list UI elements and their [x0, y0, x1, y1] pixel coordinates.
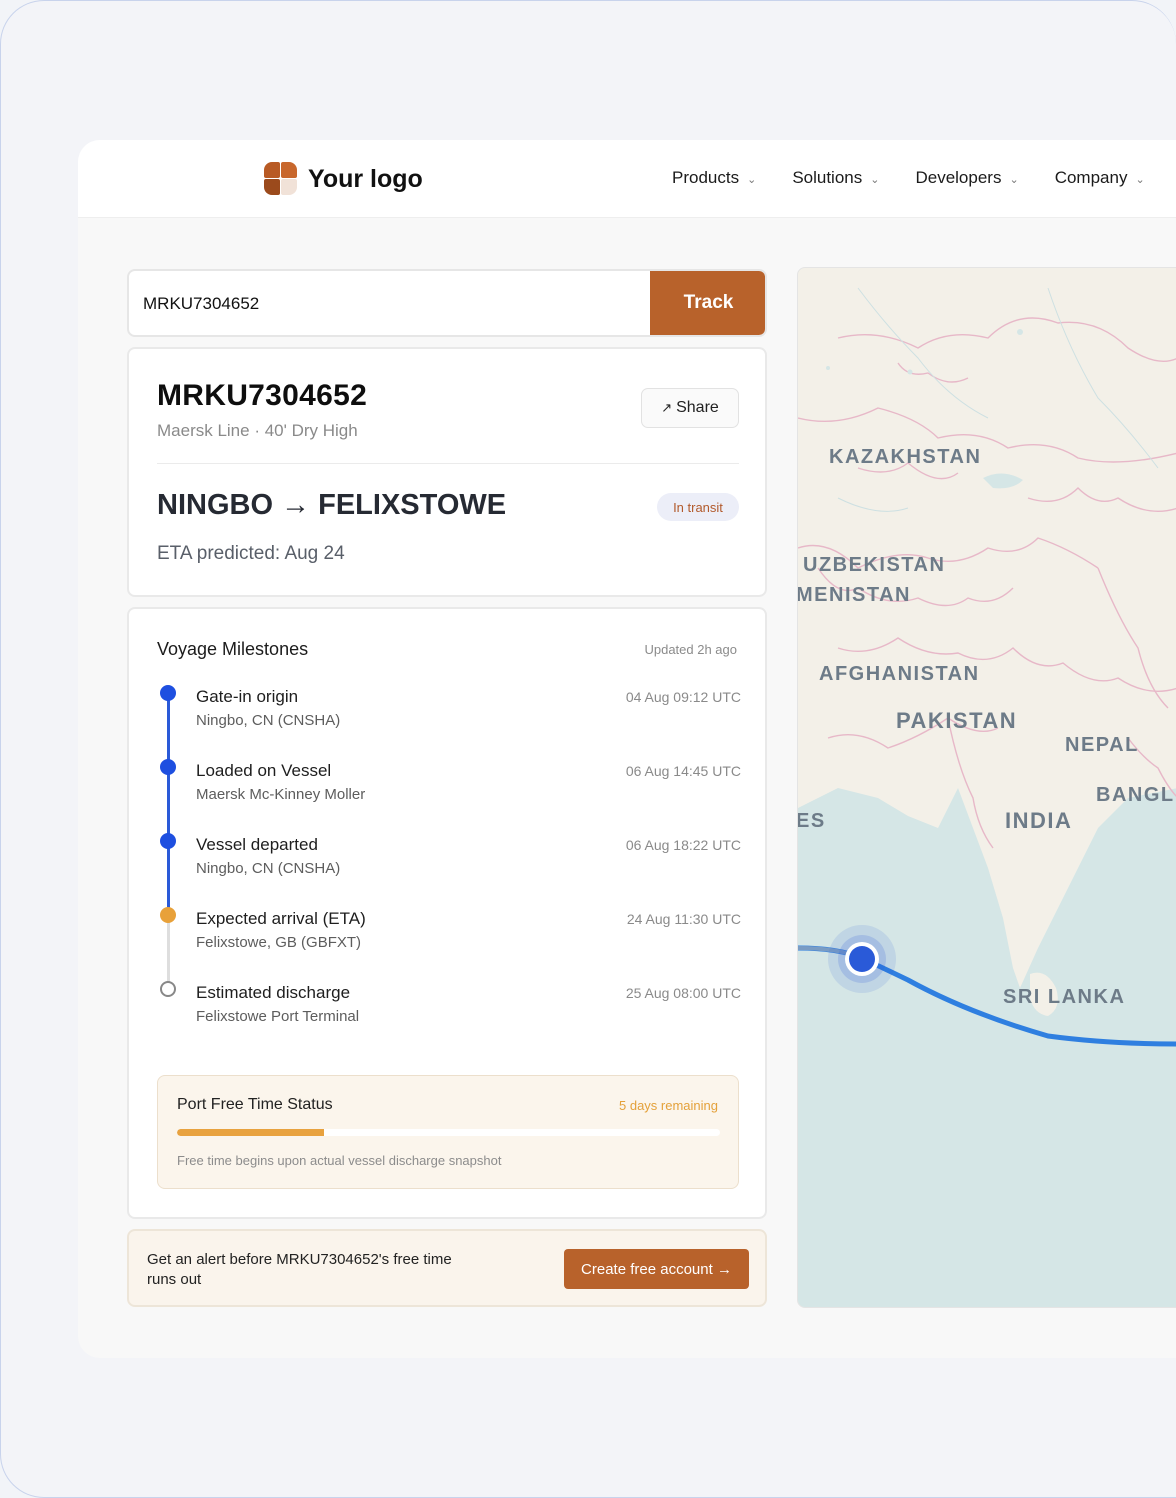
milestone-location: Ningbo, CN (CNSHA) [196, 860, 341, 877]
milestone-item: Vessel departed Ningbo, CN (CNSHA) 06 Au… [196, 835, 741, 885]
map-label-partial: ES [797, 810, 826, 832]
top-navbar: Your logo Products ⌄ Solutions ⌄ Develop… [78, 140, 1176, 218]
map-label-india: INDIA [1005, 808, 1073, 833]
milestone-dot-done [160, 833, 176, 849]
share-label: Share [676, 399, 719, 416]
country-borders [798, 317, 1176, 849]
milestones-title: Voyage Milestones [157, 639, 309, 659]
milestone-label: Loaded on Vessel [196, 761, 332, 780]
status-badge: In transit [657, 493, 739, 521]
milestone-label: Vessel departed [196, 835, 318, 854]
timeline-line-pending [167, 915, 170, 989]
milestone-location: Ningbo, CN (CNSHA) [196, 712, 341, 729]
milestone-location: Felixstowe Port Terminal [196, 1008, 360, 1025]
milestone-item: Loaded on Vessel Maersk Mc-Kinney Moller… [196, 761, 741, 811]
nav-menu: Products ⌄ Solutions ⌄ Developers ⌄ Comp… [672, 168, 1176, 188]
container-number: MRKU7304652 [157, 379, 368, 412]
milestone-dot-next [160, 907, 176, 923]
voyage-milestones-card: Voyage Milestones Updated 2h ago Gate-in… [127, 607, 767, 1219]
arrow-up-right-icon: ↗ [661, 400, 673, 415]
free-time-title: Port Free Time Status [177, 1096, 333, 1113]
milestone-label: Estimated discharge [196, 983, 351, 1002]
chevron-down-icon: ⌄ [1135, 173, 1145, 186]
chevron-down-icon: ⌄ [747, 173, 757, 186]
milestone-time: 06 Aug 14:45 UTC [625, 763, 741, 779]
tracking-app: Your logo Products ⌄ Solutions ⌄ Develop… [78, 140, 1176, 1358]
milestone-time: 25 Aug 08:00 UTC [625, 985, 741, 1001]
eta-text: ETA predicted: Aug 24 [157, 543, 345, 564]
container-search-input[interactable] [143, 291, 623, 317]
share-button[interactable]: ↗ Share [641, 388, 739, 428]
free-time-note: Free time begins upon actual vessel disc… [177, 1153, 502, 1168]
timeline-line-complete [167, 693, 170, 917]
free-time-progress-bar [177, 1129, 720, 1136]
milestone-label: Gate-in origin [196, 687, 299, 706]
nav-item-solutions[interactable]: Solutions ⌄ [792, 168, 879, 188]
map-label-uzbekistan: UZBEKISTAN [803, 554, 946, 576]
milestone-item: Gate-in origin Ningbo, CN (CNSHA) 04 Aug… [196, 687, 741, 737]
route-title: NINGBO → FELIXSTOWE [157, 489, 507, 521]
milestone-item: Expected arrival (ETA) Felixstowe, GB (G… [196, 909, 741, 959]
milestone-time: 06 Aug 18:22 UTC [625, 837, 741, 853]
map-label-pakistan: PAKISTAN [896, 708, 1018, 733]
alert-text: Get an alert before MRKU7304652's free t… [147, 1251, 452, 1288]
logo-mark-icon [264, 162, 298, 196]
milestone-dot-done [160, 685, 176, 701]
free-time-remaining: 5 days remaining [619, 1098, 718, 1113]
milestone-time: 04 Aug 09:12 UTC [625, 689, 741, 705]
map-label-kazakhstan: KAZAKHSTAN [829, 446, 982, 468]
brand-name: Your logo [308, 164, 423, 193]
nav-item-company[interactable]: Company ⌄ [1055, 168, 1145, 188]
nav-item-label: Developers [915, 168, 1002, 187]
map-label-afghanistan: AFGHANISTAN [819, 663, 980, 685]
map-label-sri-lanka: SRI LANKA [1003, 986, 1126, 1008]
milestone-dot-pending [160, 981, 176, 997]
map-label-turkmenistan: MENISTAN [797, 584, 911, 606]
brand-logo[interactable]: Your logo [264, 162, 423, 196]
shipment-summary-card: MRKU7304652 Maersk Line · 40' Dry High ↗… [127, 347, 767, 597]
free-time-status: Port Free Time Status 5 days remaining F… [157, 1075, 739, 1189]
create-account-button[interactable]: Create free account → [564, 1249, 749, 1289]
milestone-location: Felixstowe, GB (GBFXT) [196, 934, 362, 951]
milestones-updated: Updated 2h ago [644, 642, 737, 657]
milestone-time: 24 Aug 11:30 UTC [626, 911, 741, 927]
milestone-label: Expected arrival (ETA) [196, 909, 366, 928]
free-time-progress-fill [177, 1129, 324, 1136]
track-button[interactable]: Track [650, 271, 765, 335]
divider [157, 463, 739, 464]
carrier-info: Maersk Line · 40' Dry High [157, 421, 358, 440]
route-map[interactable]: KAZAKHSTAN UZBEKISTAN MENISTAN AFGHANIST… [797, 267, 1176, 1308]
milestone-location: Maersk Mc-Kinney Moller [196, 786, 366, 803]
milestone-item: Estimated discharge Felixstowe Port Term… [196, 983, 741, 1033]
container-search: Track [127, 269, 767, 337]
alert-signup-bar: Get an alert before MRKU7304652's free t… [127, 1229, 767, 1307]
ocean-area [798, 788, 1176, 1307]
vessel-marker-icon[interactable] [849, 946, 875, 972]
nav-item-label: Company [1054, 168, 1128, 187]
chevron-down-icon: ⌄ [1009, 173, 1019, 186]
nav-item-products[interactable]: Products ⌄ [672, 168, 756, 188]
map-label-nepal: NEPAL [1065, 734, 1139, 756]
map-label-bangladesh: BANGL [1096, 784, 1175, 806]
chevron-down-icon: ⌄ [870, 173, 880, 186]
nav-item-label: Solutions [792, 168, 863, 187]
milestone-dot-done [160, 759, 176, 775]
nav-item-label: Products [672, 168, 740, 187]
nav-item-developers[interactable]: Developers ⌄ [915, 168, 1018, 188]
